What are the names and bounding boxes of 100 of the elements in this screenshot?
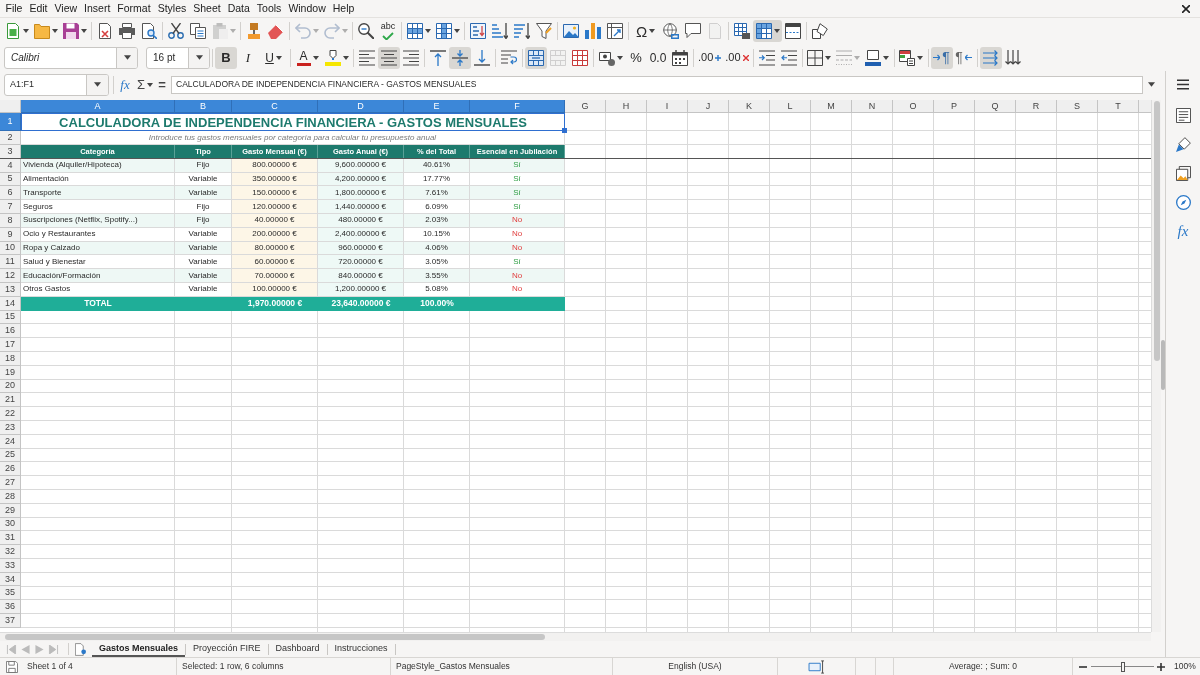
functions-button[interactable]: fx xyxy=(1171,220,1195,242)
formula-input[interactable]: CALCULADORA DE INDEPENDENCIA FINANCIERA - GASTOS MENSUALES xyxy=(171,75,1144,94)
formula-button[interactable]: = xyxy=(156,74,169,95)
scrollbar-thumb[interactable] xyxy=(1153,101,1160,361)
freeze-rows-columns-button[interactable] xyxy=(753,20,782,42)
pivot-table-button[interactable] xyxy=(604,20,626,42)
zoom-out-icon[interactable] xyxy=(1079,665,1087,668)
menu-item[interactable]: Sheet xyxy=(189,3,225,14)
row-header[interactable]: 26 xyxy=(0,462,21,477)
column-header[interactable]: G xyxy=(565,100,606,113)
column-button[interactable] xyxy=(433,20,462,42)
row-header[interactable]: 6 xyxy=(0,186,21,201)
menu-item[interactable]: Styles xyxy=(154,3,190,14)
font-name-field[interactable]: Calibri xyxy=(4,46,138,69)
sheet-tab[interactable]: Proyección FIRE xyxy=(186,641,268,657)
chart-button[interactable] xyxy=(582,20,604,42)
row-header[interactable]: 21 xyxy=(0,393,21,408)
align-center-button[interactable] xyxy=(378,46,400,69)
menu-item[interactable]: Help xyxy=(329,3,358,14)
column-header[interactable]: D xyxy=(318,100,404,113)
menu-item[interactable]: Data xyxy=(224,3,254,14)
column-header[interactable]: Q xyxy=(975,100,1016,113)
document-plus-icon[interactable] xyxy=(75,642,86,656)
column-header[interactable]: P xyxy=(934,100,975,113)
percent-button[interactable]: % xyxy=(625,46,647,69)
row-header[interactable]: 37 xyxy=(0,614,21,628)
menu-item[interactable]: Format xyxy=(113,3,155,14)
fill-handle-icon[interactable] xyxy=(562,128,567,134)
zoom-slider-thumb[interactable] xyxy=(1120,661,1125,672)
column-header[interactable]: I xyxy=(647,100,688,113)
horizontal-scrollbar[interactable] xyxy=(0,632,1151,641)
autofilter-button[interactable] xyxy=(533,20,555,42)
right-to-left-button[interactable]: ¶ xyxy=(952,46,975,69)
scrollbar-thumb[interactable] xyxy=(5,634,545,640)
print-button[interactable] xyxy=(116,20,138,42)
column-header[interactable]: E xyxy=(404,100,470,113)
align-middle-button[interactable] xyxy=(449,46,471,69)
italic-button[interactable]: I xyxy=(237,46,259,69)
split-window-button[interactable] xyxy=(782,20,804,42)
row-header[interactable]: 1 xyxy=(0,113,21,132)
sum-button[interactable]: Σ xyxy=(135,74,156,95)
column-header[interactable]: F xyxy=(470,100,565,113)
menu-item[interactable]: Insert xyxy=(80,3,114,14)
draw-functions-button[interactable] xyxy=(809,20,831,42)
copy-button[interactable] xyxy=(187,20,209,42)
sidebar-handle[interactable] xyxy=(1161,340,1165,390)
sort-descending-button[interactable] xyxy=(511,20,533,42)
close-button[interactable] xyxy=(1180,2,1192,15)
sort-ascending-button[interactable] xyxy=(489,20,511,42)
merge-and-center-button[interactable] xyxy=(525,46,547,69)
font-size-field[interactable]: 16 pt xyxy=(146,46,210,69)
delete-decimal-button[interactable]: .00 xyxy=(723,46,751,69)
print-area-button[interactable] xyxy=(731,20,753,42)
sheet-tab[interactable]: Gastos Mensuales xyxy=(92,641,186,657)
special-character-button[interactable]: Ω xyxy=(631,20,660,42)
row-header[interactable]: 11 xyxy=(0,255,21,270)
row-button[interactable] xyxy=(404,20,433,42)
selection-mode-icon[interactable] xyxy=(808,659,825,674)
save-button[interactable] xyxy=(60,20,89,42)
row-header[interactable]: 7 xyxy=(0,200,21,214)
column-header[interactable]: L xyxy=(770,100,811,113)
menu-item[interactable]: Window xyxy=(284,3,330,14)
cut-button[interactable] xyxy=(165,20,187,42)
row-header[interactable]: 36 xyxy=(0,600,21,615)
row-header[interactable]: 16 xyxy=(0,324,21,339)
row-header[interactable]: 32 xyxy=(0,545,21,559)
row-header[interactable]: 35 xyxy=(0,586,21,601)
sort-button[interactable] xyxy=(467,20,489,42)
standard-format-button[interactable]: 0.0 xyxy=(647,46,669,69)
vertical-scrollbar[interactable] xyxy=(1151,100,1161,632)
column-header[interactable]: N xyxy=(852,100,893,113)
column-header[interactable]: H xyxy=(606,100,647,113)
menu-item[interactable]: Tools xyxy=(253,3,285,14)
sheet-tab[interactable]: Dashboard xyxy=(268,641,327,657)
text-left-to-right-button[interactable] xyxy=(979,46,1002,69)
column-header[interactable]: T xyxy=(1098,100,1139,113)
menu-item[interactable]: File xyxy=(2,3,26,14)
find-replace-button[interactable] xyxy=(355,20,377,42)
column-header[interactable]: K xyxy=(729,100,770,113)
column-header[interactable]: R xyxy=(1016,100,1057,113)
column-header[interactable]: A xyxy=(21,100,175,113)
menu-item[interactable]: Edit xyxy=(25,3,51,14)
column-header[interactable]: B xyxy=(175,100,232,113)
row-header[interactable]: 12 xyxy=(0,269,21,283)
font-color-button[interactable]: A xyxy=(293,46,322,69)
column-header[interactable]: C xyxy=(232,100,318,113)
row-header[interactable]: 27 xyxy=(0,476,21,490)
row-header[interactable]: 2 xyxy=(0,131,21,145)
column-header[interactable]: O xyxy=(893,100,934,113)
hyperlink-button[interactable] xyxy=(660,20,682,42)
underline-button[interactable]: U xyxy=(259,46,288,69)
left-to-right-button[interactable]: ¶ xyxy=(930,46,953,69)
column-header[interactable]: M xyxy=(811,100,852,113)
bold-button[interactable]: B xyxy=(215,46,237,69)
dropdown-button[interactable] xyxy=(116,47,137,68)
zoom-in-icon[interactable] xyxy=(1157,662,1165,671)
zoom-slider[interactable] xyxy=(1091,661,1154,672)
row-header[interactable]: 31 xyxy=(0,531,21,546)
function-wizard-button[interactable]: fx xyxy=(117,74,133,95)
menu-item[interactable]: View xyxy=(51,3,81,14)
